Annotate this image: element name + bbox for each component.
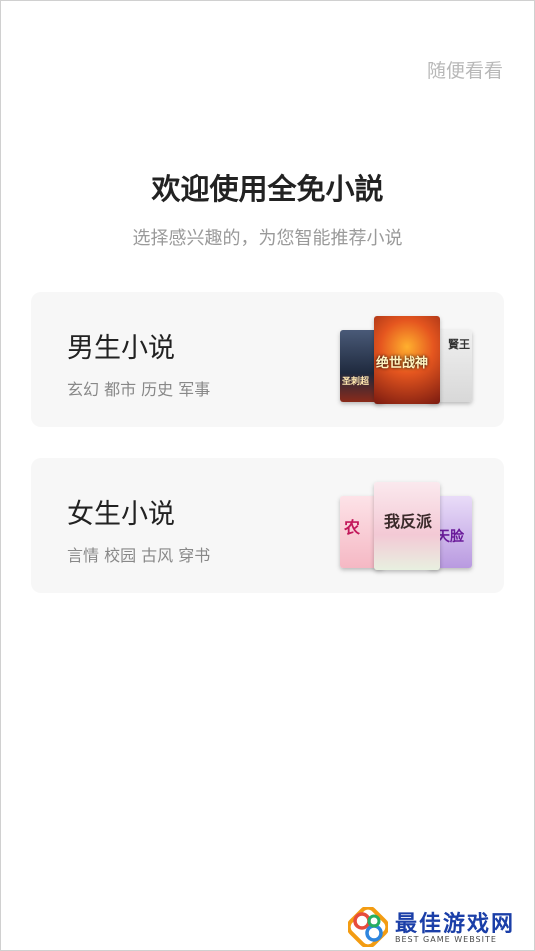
book-cover: 我反派 [374,482,440,570]
book-cover-text: 圣刺超 [342,377,370,387]
site-watermark: 最佳游戏网 BEST GAME WEBSITE [348,905,524,947]
book-cover-text: 农 [344,518,361,537]
male-novels-covers: 圣刺超 賢王 绝世战神 [340,312,472,408]
watermark-name: 最佳游戏网 [395,912,516,937]
female-novels-tags: 言情 校园 古风 穿书 [67,546,211,565]
book-cover-text: 我反派 [384,512,433,531]
welcome-title: 欢迎使用全免小説 [151,172,384,206]
male-novels-tags: 玄幻 都市 历史 军事 [67,380,211,399]
watermark-tagline: BEST GAME WEBSITE [395,935,497,944]
female-novels-covers: 农 天脸 我反派 [340,478,472,574]
book-cover-text: 天脸 [436,529,464,545]
female-novels-card[interactable]: 女生小说 言情 校园 古风 穿书 农 天脸 我反派 [31,458,504,593]
browse-skip-button[interactable]: 随便看看 [427,56,503,83]
book-cover-text: 賢王 [448,338,470,351]
male-novels-title: 男生小说 [67,333,175,364]
male-novels-card[interactable]: 男生小说 玄幻 都市 历史 军事 圣刺超 賢王 绝世战神 [31,292,504,427]
book-cover-text: 绝世战神 [376,356,429,371]
book-cover: 绝世战神 [374,316,440,404]
female-novels-title: 女生小说 [67,499,175,530]
watermark-logo-icon [348,907,388,947]
welcome-subtitle: 选择感兴趣的，为您智能推荐小说 [132,228,403,249]
